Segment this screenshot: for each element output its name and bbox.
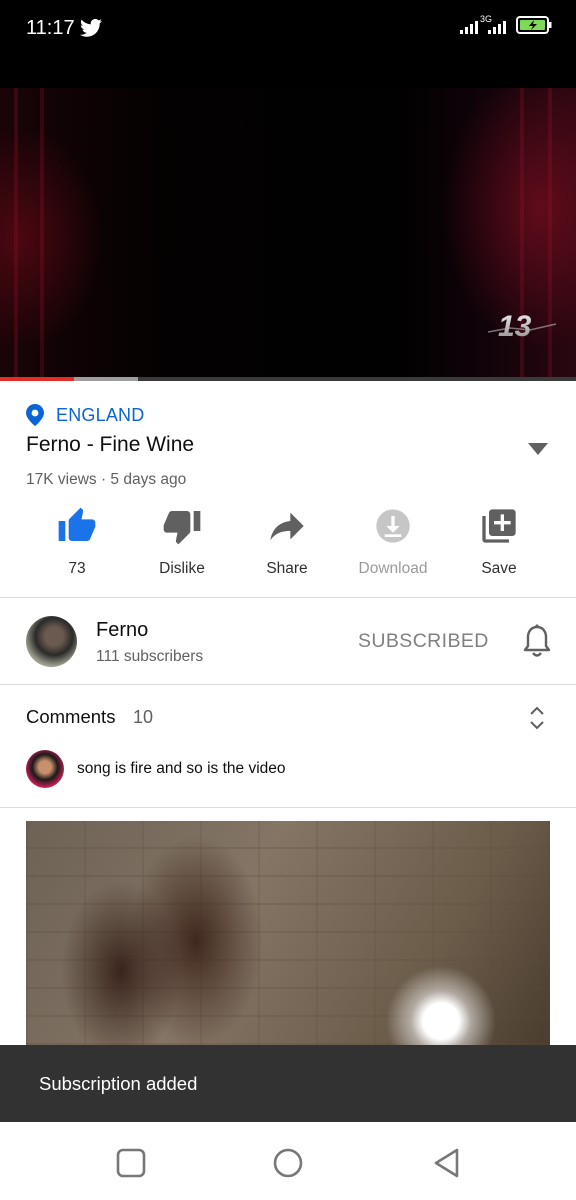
comments-heading[interactable]: Comments — [26, 706, 115, 728]
action-row: 73 Dislike Share Download Save — [0, 506, 576, 582]
video-progress-bar[interactable] — [0, 377, 576, 381]
thumbs-up-icon — [58, 507, 96, 541]
dislike-label: Dislike — [159, 560, 205, 577]
download-button[interactable]: Download — [338, 506, 448, 578]
status-icons — [460, 16, 552, 34]
location-label: ENGLAND — [56, 404, 145, 425]
channel-name[interactable]: Ferno — [96, 619, 148, 642]
expand-description-icon[interactable] — [528, 443, 548, 455]
signal-icon-2 — [488, 21, 506, 34]
share-button[interactable]: Share — [232, 506, 342, 578]
dislike-button[interactable]: Dislike — [127, 506, 237, 578]
location-pin-icon — [26, 404, 44, 426]
subscribed-button[interactable]: SUBSCRIBED — [358, 630, 489, 653]
divider — [0, 684, 576, 685]
progress-played — [0, 377, 74, 381]
top-comment-text[interactable]: song is fire and so is the video — [77, 760, 286, 778]
video-meta: 17K views · 5 days ago — [26, 471, 187, 488]
share-label: Share — [266, 560, 308, 577]
status-bar: 11:17 3G — [0, 0, 576, 62]
like-count: 73 — [68, 560, 86, 577]
signal-icon — [460, 21, 478, 34]
divider — [0, 807, 576, 808]
location-link[interactable]: ENGLAND — [26, 404, 144, 426]
save-label: Save — [481, 560, 517, 577]
next-video-thumbnail[interactable] — [26, 821, 550, 1045]
subscriber-count: 111 subscribers — [96, 648, 204, 665]
video-player[interactable]: 13 — [0, 62, 576, 380]
snackbar-message: Subscription added — [39, 1073, 198, 1094]
battery-charging-icon — [516, 16, 552, 34]
video-title[interactable]: Ferno - Fine Wine — [26, 433, 194, 457]
download-label: Download — [358, 560, 428, 577]
share-arrow-icon — [270, 512, 304, 541]
back-icon[interactable] — [430, 1146, 464, 1180]
status-time: 11:17 — [26, 17, 75, 39]
snackbar: Subscription added — [0, 1045, 576, 1122]
divider — [0, 597, 576, 598]
comments-count: 10 — [133, 707, 154, 727]
watermark-text: 13 — [498, 310, 532, 343]
curtain-fold — [40, 88, 44, 378]
channel-avatar[interactable] — [26, 616, 77, 667]
channel-watermark: 13 — [487, 310, 557, 343]
home-icon[interactable] — [271, 1146, 305, 1180]
curtain-fold — [14, 88, 18, 378]
expand-comments-icon[interactable] — [528, 705, 546, 731]
commenter-avatar[interactable] — [26, 750, 64, 788]
recent-apps-icon[interactable] — [114, 1146, 148, 1180]
like-button[interactable]: 73 — [22, 506, 132, 578]
save-button[interactable]: Save — [444, 506, 554, 578]
twitter-icon — [80, 18, 102, 37]
notification-bell-icon[interactable] — [522, 624, 552, 658]
add-to-playlist-icon — [482, 509, 516, 543]
download-icon — [376, 509, 410, 543]
system-nav-bar — [0, 1122, 576, 1200]
thumbs-down-icon — [163, 511, 201, 545]
